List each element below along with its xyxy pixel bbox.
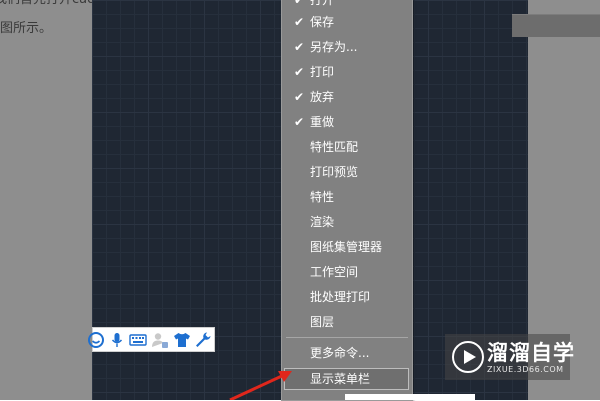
menu-item-label: 重做 (310, 115, 335, 129)
menu-separator (286, 337, 408, 338)
checkmark-icon: ✔ (293, 65, 305, 79)
wrench-icon[interactable] (194, 331, 212, 349)
smiley-icon[interactable] (87, 331, 105, 349)
menu-item-label: 图纸集管理器 (310, 240, 383, 254)
floating-toolbar (88, 327, 215, 352)
checkmark-icon: ✔ (293, 115, 305, 129)
keyboard-icon[interactable] (129, 331, 147, 349)
menu-item-more-commands[interactable]: 更多命令... (282, 341, 412, 366)
menu-item-label: 更多命令... (310, 346, 370, 360)
menu-item-save-as[interactable]: ✔ 另存为... (282, 35, 412, 60)
menu-item-label: 显示菜单栏 (310, 372, 371, 386)
article-line-2: 图所示。 (0, 21, 53, 36)
watermark-url: ZIXUE.3D66.COM (487, 365, 564, 374)
menu-item-sheet-set-manager[interactable]: 图纸集管理器 (282, 235, 412, 260)
checkmark-icon: ✔ (293, 90, 305, 104)
tshirt-icon[interactable] (173, 331, 191, 349)
article-line-1: 我们首先打开cad (0, 0, 92, 12)
menu-item-batch-plot[interactable]: 批处理打印 (282, 285, 412, 310)
right-panel-titlebar (512, 14, 600, 37)
menu-item-render[interactable]: 渲染 (282, 210, 412, 235)
menu-item-redo[interactable]: ✔ 重做 (282, 110, 412, 135)
menu-item-label: 批处理打印 (310, 290, 371, 304)
menu-item-plot-preview[interactable]: 打印预览 (282, 160, 412, 185)
menu-item-properties[interactable]: 特性 (282, 185, 412, 210)
menu-item-label: 保存 (310, 15, 335, 29)
menu-item-label: 特性匹配 (310, 140, 359, 154)
menu-item-label: 打印预览 (310, 165, 359, 179)
menu-item-undo[interactable]: ✔ 放弃 (282, 85, 412, 110)
menu-item-label: 另存为... (310, 40, 358, 54)
play-logo-icon (452, 341, 484, 373)
quick-access-customize-menu: ✔ 打开 ✔ 保存 ✔ 另存为... ✔ 打印 ✔ 放弃 ✔ 重做 特性匹配 打… (281, 0, 413, 401)
menu-item-label: 渲染 (310, 215, 335, 229)
menu-item-workspace[interactable]: 工作空间 (282, 260, 412, 285)
bottom-input-box (345, 394, 475, 400)
menu-item-label: 图层 (310, 315, 335, 329)
microphone-icon[interactable] (108, 331, 126, 349)
article-text: 我们首先打开cad 图所示。 (0, 0, 92, 60)
watermark-logo: 溜溜自学 ZIXUE.3D66.COM (445, 334, 574, 380)
red-arrow-annotation (229, 371, 292, 400)
watermark-brand: 溜溜自学 (487, 341, 575, 365)
menu-item-save[interactable]: ✔ 保存 (282, 10, 412, 35)
menu-item-match-properties[interactable]: 特性匹配 (282, 135, 412, 160)
user-icon[interactable] (151, 331, 169, 349)
menu-item-label: 放弃 (310, 90, 335, 104)
menu-item-label: 工作空间 (310, 265, 359, 279)
checkmark-icon: ✔ (293, 40, 305, 54)
menu-item-show-menubar[interactable]: 显示菜单栏 (284, 368, 409, 390)
menu-item-label: 特性 (310, 190, 335, 204)
menu-item-layer[interactable]: 图层 (282, 310, 412, 335)
checkmark-icon: ✔ (293, 15, 305, 29)
menu-item-label: 打印 (310, 65, 335, 79)
menu-item-plot[interactable]: ✔ 打印 (282, 60, 412, 85)
